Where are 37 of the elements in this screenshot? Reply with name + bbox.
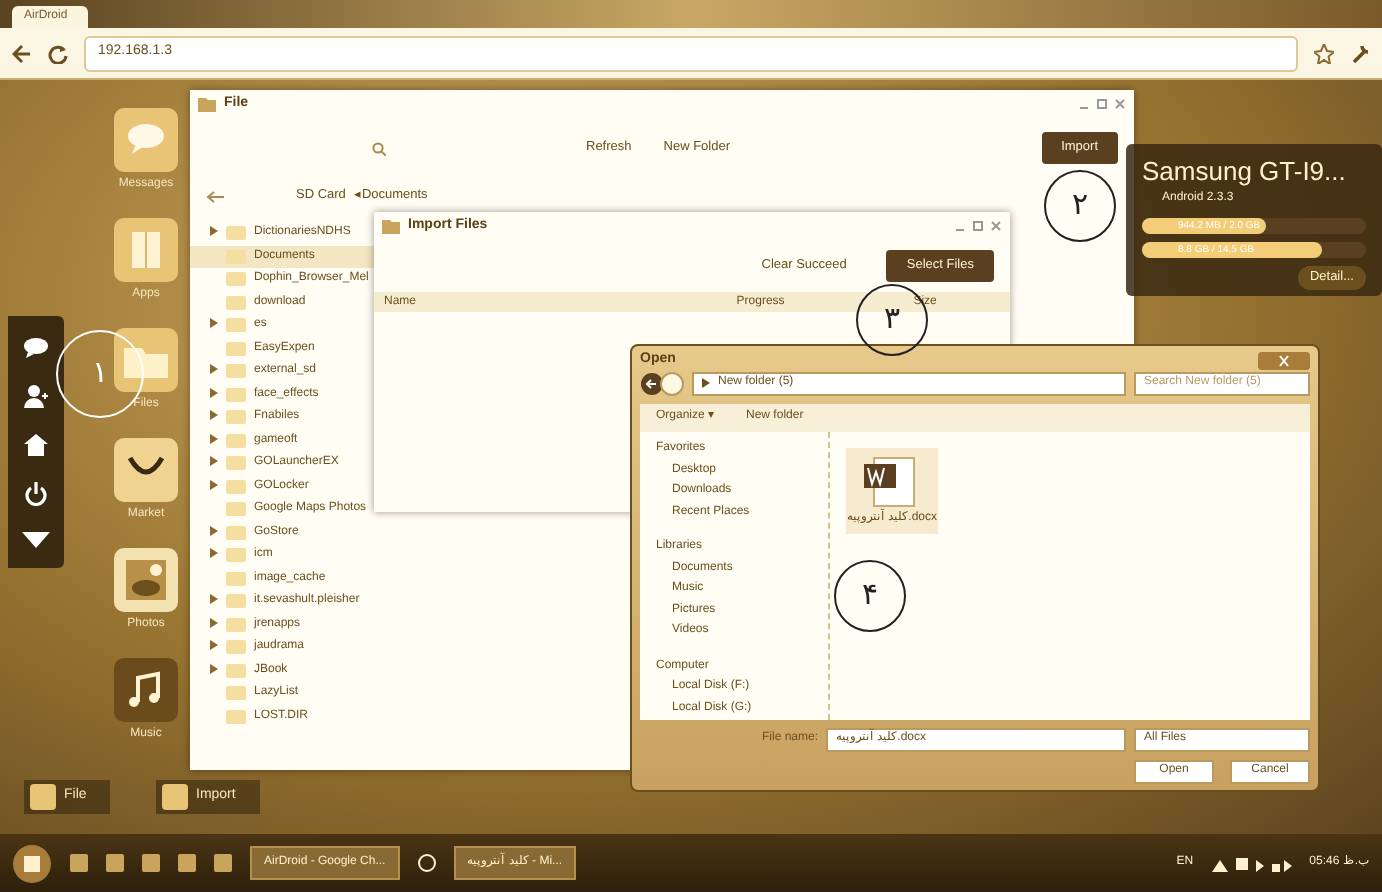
back-icon[interactable] [206, 189, 224, 203]
reload-icon[interactable] [48, 43, 68, 63]
expand-icon[interactable] [210, 640, 218, 651]
start-icon[interactable] [12, 843, 52, 883]
dropdown-icon[interactable] [22, 531, 50, 548]
expand-icon[interactable] [210, 525, 218, 536]
chevron-icon [702, 378, 710, 388]
expand-icon[interactable] [210, 410, 218, 421]
expand-icon[interactable] [210, 318, 218, 329]
expand-icon[interactable] [210, 594, 218, 605]
chat-icon[interactable] [22, 336, 50, 359]
expand-icon[interactable] [210, 433, 218, 444]
device-name: Samsung GT-I9... [1142, 156, 1348, 186]
expand-icon[interactable] [210, 663, 218, 674]
star-icon[interactable] [1314, 43, 1334, 63]
wrench-icon[interactable] [1350, 43, 1370, 63]
photos-app-icon[interactable] [114, 548, 178, 612]
search-icon [372, 141, 386, 155]
messages-app-icon[interactable] [114, 108, 178, 172]
annotation-circle: ۲ [1044, 170, 1116, 242]
expand-icon[interactable] [210, 548, 218, 559]
expand-icon[interactable] [210, 479, 218, 490]
expand-icon[interactable] [210, 387, 218, 398]
music-app-icon[interactable] [114, 658, 178, 722]
add-user-icon[interactable] [24, 384, 48, 409]
home-icon[interactable] [24, 433, 48, 456]
market-app-icon[interactable] [114, 438, 178, 502]
expand-icon[interactable] [210, 364, 218, 375]
annotation-circle: ۴ [834, 560, 906, 632]
expand-icon[interactable] [210, 226, 218, 237]
window-controls-icon[interactable] [1078, 98, 1126, 110]
close-icon[interactable] [1258, 351, 1310, 370]
window-controls-icon[interactable] [954, 220, 1002, 232]
back-icon[interactable] [12, 43, 32, 63]
back-forward-icon[interactable] [640, 371, 684, 395]
expand-icon[interactable] [210, 456, 218, 467]
expand-icon[interactable] [210, 617, 218, 628]
